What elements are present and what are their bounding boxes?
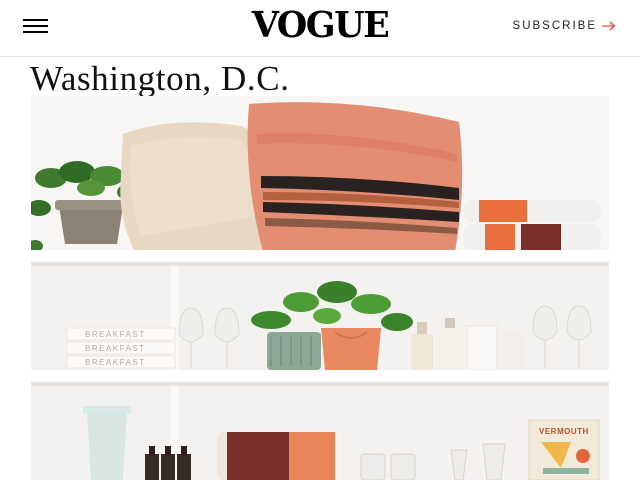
book-title: VERMOUTH [539,427,589,436]
striped-pillow [247,102,463,252]
site-header: VOGUE SUBSCRIBE [0,0,640,57]
page-title: Washington, D.C. [30,59,290,98]
vermouth-book: VERMOUTH [528,419,600,480]
box-label: BREAKFAST [85,344,146,353]
folded-towels-top [463,200,601,250]
dark-bottles [145,446,191,480]
box-label: BREAKFAST [85,358,146,367]
breakfast-boxes: BREAKFAST BREAKFAST BREAKFAST [66,327,176,369]
arrow-right-icon [602,21,616,31]
hamburger-menu-icon[interactable] [23,17,48,35]
shelf-photo-illustration: BREAKFAST BREAKFAST BREAKFAST VERMOUTH [31,96,609,480]
subscribe-link[interactable]: SUBSCRIBE [513,17,616,35]
subscribe-label: SUBSCRIBE [512,20,597,32]
folded-towels-bottom [217,432,335,480]
vogue-logo[interactable]: VOGUE [248,5,392,47]
box-label: BREAKFAST [85,330,146,339]
hero-image: BREAKFAST BREAKFAST BREAKFAST VERMOUTH [31,96,609,480]
